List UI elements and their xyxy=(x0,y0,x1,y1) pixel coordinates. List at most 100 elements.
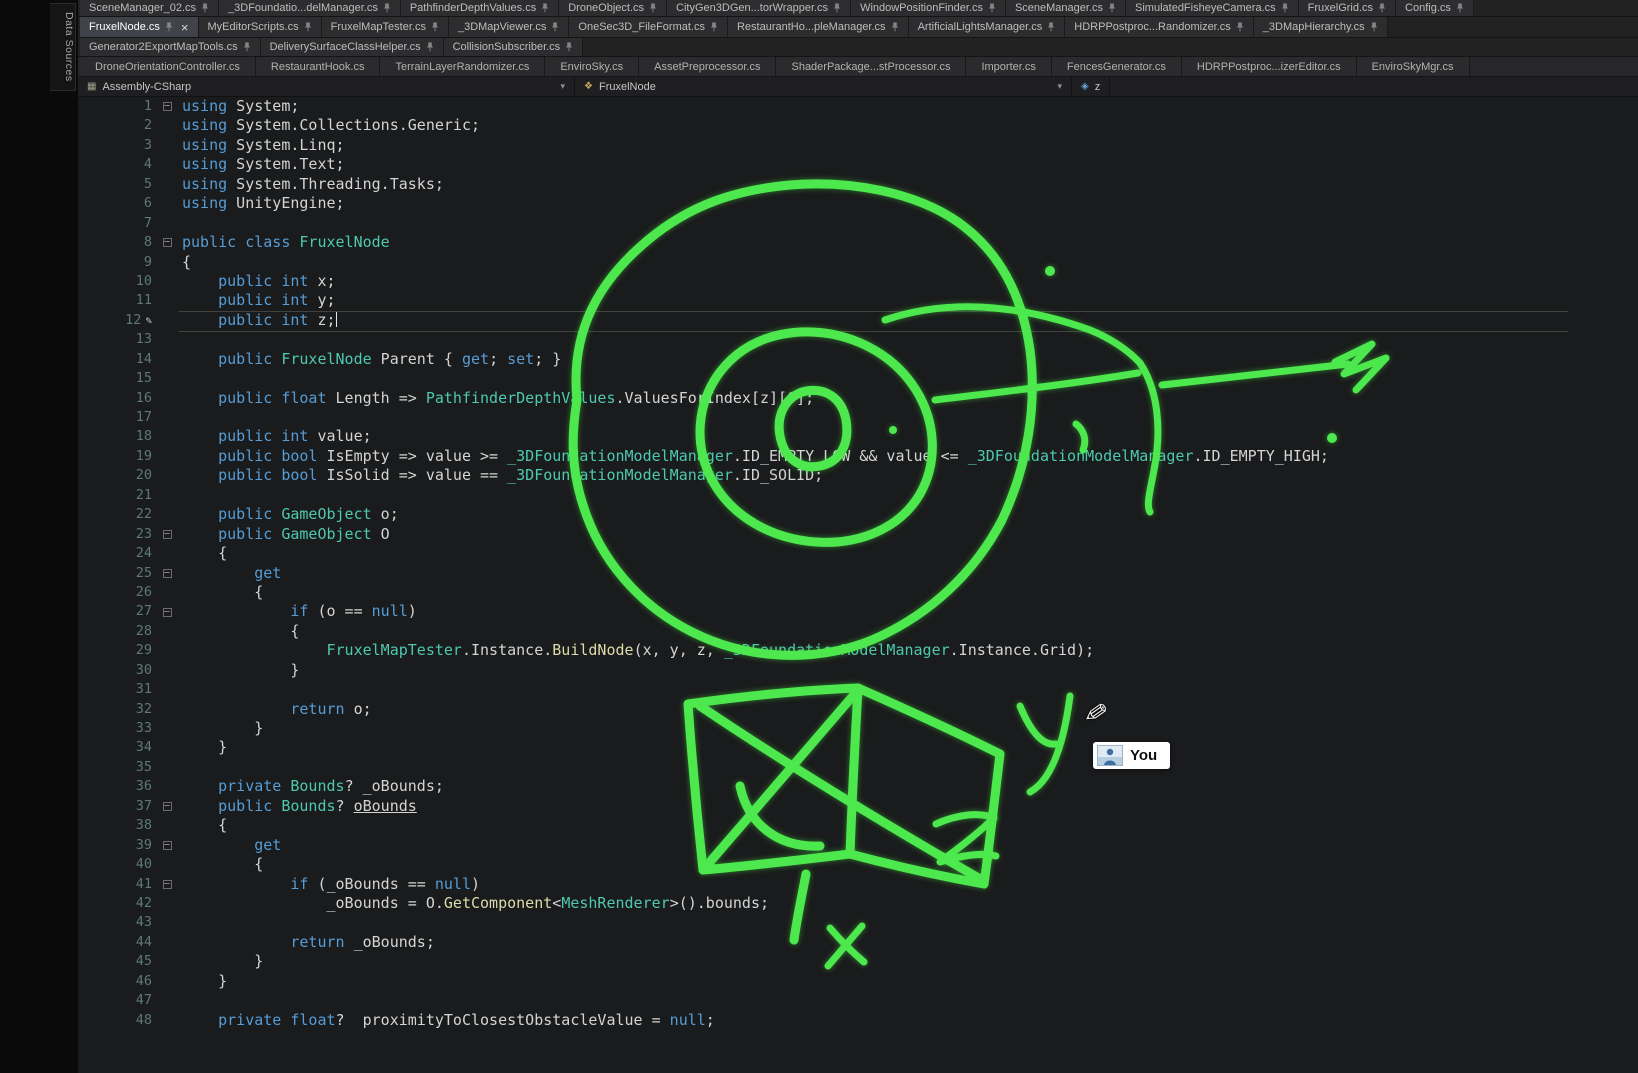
tab-SceneManager.cs[interactable]: SceneManager.cs xyxy=(1006,0,1126,16)
code-line-15[interactable]: 15 xyxy=(78,369,1638,388)
line-number[interactable]: 30 xyxy=(78,661,152,680)
code-line-39[interactable]: 39– get xyxy=(78,836,1638,855)
code-line-24[interactable]: 24 { xyxy=(78,544,1638,563)
code-line-43[interactable]: 43 xyxy=(78,913,1638,932)
tab-_3DMapHierarchy.cs[interactable]: _3DMapHierarchy.cs xyxy=(1254,17,1388,37)
type-dropdown[interactable]: ❖ FruxelNode ▾ xyxy=(575,77,1072,96)
line-number[interactable]: 44 xyxy=(78,933,152,952)
code-line-38[interactable]: 38 { xyxy=(78,816,1638,835)
line-number[interactable]: 36 xyxy=(78,777,152,796)
line-number[interactable]: 22 xyxy=(78,505,152,524)
line-number[interactable]: 32 xyxy=(78,700,152,719)
code-line-41[interactable]: 41– if (_oBounds == null) xyxy=(78,875,1638,894)
project-dropdown[interactable]: ▦ Assembly-CSharp ▾ xyxy=(78,77,575,96)
code-line-44[interactable]: 44 return _oBounds; xyxy=(78,933,1638,952)
fold-collapse-icon[interactable]: – xyxy=(163,608,172,617)
tab-ArtificialLightsManager.cs[interactable]: ArtificialLightsManager.cs xyxy=(909,17,1066,37)
code-line-28[interactable]: 28 { xyxy=(78,622,1638,641)
line-number[interactable]: 9 xyxy=(78,253,152,272)
code-line-1[interactable]: 1–using System; xyxy=(78,97,1638,116)
line-number[interactable]: 31 xyxy=(78,680,152,699)
tab-SceneManager_02.cs[interactable]: SceneManager_02.cs xyxy=(80,0,219,16)
code-line-42[interactable]: 42 _oBounds = O.GetComponent<MeshRendere… xyxy=(78,894,1638,913)
pin-icon[interactable] xyxy=(551,22,559,32)
tab-Config.cs[interactable]: Config.cs xyxy=(1396,0,1474,16)
line-number[interactable]: 14 xyxy=(78,350,152,369)
code-line-19[interactable]: 19 public bool IsEmpty => value >= _3DFo… xyxy=(78,447,1638,466)
code-line-30[interactable]: 30 } xyxy=(78,661,1638,680)
pin-icon[interactable] xyxy=(426,42,434,52)
pin-icon[interactable] xyxy=(1370,22,1378,32)
line-number[interactable]: 18 xyxy=(78,427,152,446)
code-line-25[interactable]: 25– get xyxy=(78,564,1638,583)
code-line-9[interactable]: 9{ xyxy=(78,253,1638,272)
tab-CollisionSubscriber.cs[interactable]: CollisionSubscriber.cs xyxy=(444,38,584,56)
tab-WindowPositionFinder.cs[interactable]: WindowPositionFinder.cs xyxy=(851,0,1006,16)
code-line-10[interactable]: 10 public int x; xyxy=(78,272,1638,291)
line-number[interactable]: 39 xyxy=(78,836,152,855)
line-number[interactable]: 29 xyxy=(78,641,152,660)
line-number[interactable]: 27 xyxy=(78,602,152,621)
line-number[interactable]: 21 xyxy=(78,486,152,505)
tab-OneSec3D_FileFormat.cs[interactable]: OneSec3D_FileFormat.cs xyxy=(569,17,728,37)
line-number[interactable]: 13 xyxy=(78,330,152,349)
pin-icon[interactable] xyxy=(431,22,439,32)
code-line-7[interactable]: 7 xyxy=(78,214,1638,233)
pin-icon[interactable] xyxy=(1378,3,1386,13)
line-number[interactable]: 10 xyxy=(78,272,152,291)
code-line-35[interactable]: 35 xyxy=(78,758,1638,777)
fold-collapse-icon[interactable]: – xyxy=(163,530,172,539)
tab-FruxelGrid.cs[interactable]: FruxelGrid.cs xyxy=(1299,0,1396,16)
line-number[interactable]: 6 xyxy=(78,194,152,213)
pin-icon[interactable] xyxy=(988,3,996,13)
tab-HDRPPostproc...izerEditor.cs[interactable]: HDRPPostproc...izerEditor.cs xyxy=(1182,57,1357,76)
code-line-2[interactable]: 2using System.Collections.Generic; xyxy=(78,116,1638,135)
code-line-14[interactable]: 14 public FruxelNode Parent { get; set; … xyxy=(78,350,1638,369)
line-number[interactable]: 41 xyxy=(78,875,152,894)
code-line-5[interactable]: 5using System.Threading.Tasks; xyxy=(78,175,1638,194)
tab-_3DMapViewer.cs[interactable]: _3DMapViewer.cs xyxy=(449,17,569,37)
tab-PathfinderDepthValues.cs[interactable]: PathfinderDepthValues.cs xyxy=(401,0,559,16)
code-line-26[interactable]: 26 { xyxy=(78,583,1638,602)
code-line-37[interactable]: 37– public Bounds? oBounds xyxy=(78,797,1638,816)
line-number[interactable]: 12✎ xyxy=(78,311,152,330)
tab-HDRPPostproc...Randomizer.cs[interactable]: HDRPPostproc...Randomizer.cs xyxy=(1065,17,1254,37)
close-icon[interactable]: × xyxy=(181,21,189,34)
code-line-27[interactable]: 27– if (o == null) xyxy=(78,602,1638,621)
pin-icon[interactable] xyxy=(1236,22,1244,32)
line-number[interactable]: 3 xyxy=(78,136,152,155)
code-line-33[interactable]: 33 } xyxy=(78,719,1638,738)
fold-collapse-icon[interactable]: – xyxy=(163,841,172,850)
pin-icon[interactable] xyxy=(1456,3,1464,13)
line-number[interactable]: 25 xyxy=(78,564,152,583)
code-line-36[interactable]: 36 private Bounds? _oBounds; xyxy=(78,777,1638,796)
pin-icon[interactable] xyxy=(891,22,899,32)
line-number[interactable]: 5 xyxy=(78,175,152,194)
pin-icon[interactable] xyxy=(201,3,209,13)
pin-icon[interactable] xyxy=(565,42,573,52)
fold-collapse-icon[interactable]: – xyxy=(163,880,172,889)
tab-TerrainLayerRandomizer.cs[interactable]: TerrainLayerRandomizer.cs xyxy=(380,57,545,76)
line-number[interactable]: 20 xyxy=(78,466,152,485)
code-line-13[interactable]: 13 xyxy=(78,330,1638,349)
pin-icon[interactable] xyxy=(649,3,657,13)
tab-SimulatedFisheyeCamera.cs[interactable]: SimulatedFisheyeCamera.cs xyxy=(1126,0,1299,16)
tab-_3DFoundatio...delManager.cs[interactable]: _3DFoundatio...delManager.cs xyxy=(219,0,401,16)
pin-icon[interactable] xyxy=(1108,3,1116,13)
fold-collapse-icon[interactable]: – xyxy=(163,102,172,111)
line-number[interactable]: 37 xyxy=(78,797,152,816)
line-number[interactable]: 16 xyxy=(78,389,152,408)
tab-DeliverySurfaceClassHelper.cs[interactable]: DeliverySurfaceClassHelper.cs xyxy=(261,38,444,56)
code-line-16[interactable]: 16 public float Length => PathfinderDept… xyxy=(78,389,1638,408)
line-number[interactable]: 23 xyxy=(78,525,152,544)
code-line-18[interactable]: 18 public int value; xyxy=(78,427,1638,446)
line-number[interactable]: 19 xyxy=(78,447,152,466)
tab-RestaurantHo...pleManager.cs[interactable]: RestaurantHo...pleManager.cs xyxy=(728,17,909,37)
code-line-6[interactable]: 6using UnityEngine; xyxy=(78,194,1638,213)
tab-AssetPreprocessor.cs[interactable]: AssetPreprocessor.cs xyxy=(639,57,776,76)
code-editor[interactable]: 1–using System;2using System.Collections… xyxy=(78,97,1638,1073)
code-line-21[interactable]: 21 xyxy=(78,486,1638,505)
code-line-4[interactable]: 4using System.Text; xyxy=(78,155,1638,174)
pin-icon[interactable] xyxy=(383,3,391,13)
pin-icon[interactable] xyxy=(243,42,251,52)
